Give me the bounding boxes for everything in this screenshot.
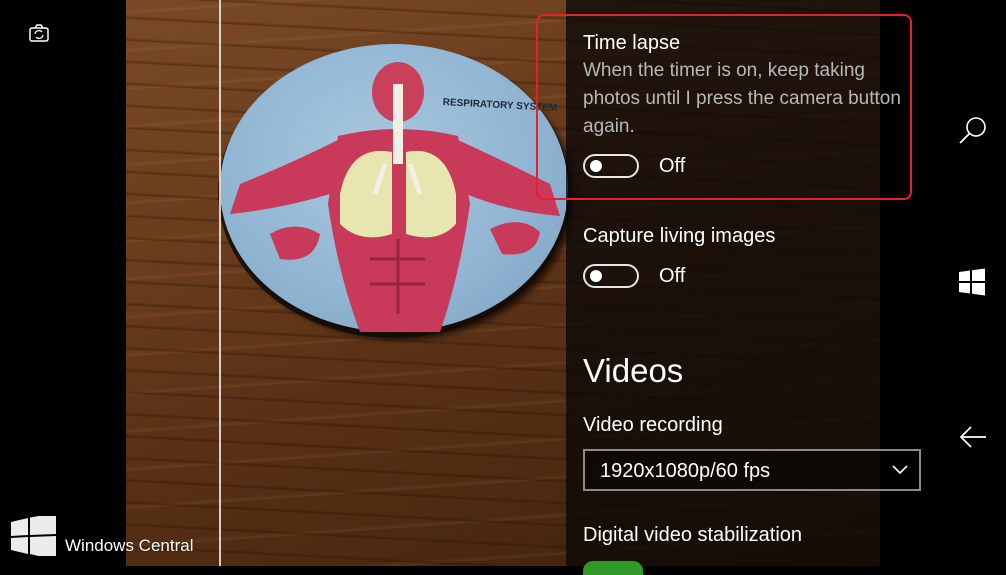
chevron-down-icon [891, 463, 909, 481]
video-recording-dropdown[interactable]: 1920x1080p/60 fps [583, 449, 921, 491]
coaster-image [220, 44, 568, 332]
time-lapse-toggle[interactable] [583, 154, 639, 178]
time-lapse-toggle-label: Off [659, 155, 686, 177]
toggle-knob [590, 270, 602, 282]
left-bar [0, 0, 126, 566]
time-lapse-description: When the timer is on, keep taking photos… [583, 60, 901, 137]
search-icon[interactable] [957, 114, 989, 151]
living-images-toggle[interactable] [583, 264, 639, 288]
living-images-toggle-label: Off [659, 265, 686, 287]
toggle-knob [590, 160, 602, 172]
video-recording-title: Video recording [583, 414, 723, 436]
frame-guide-line [219, 0, 221, 566]
video-recording-value: 1920x1080p/60 fps [600, 460, 771, 482]
stabilization-title: Digital video stabilization [583, 524, 803, 546]
stabilization-toggle[interactable] [583, 561, 643, 575]
time-lapse-title: Time lapse [583, 32, 681, 54]
windows-logo-icon[interactable] [958, 268, 986, 301]
videos-section-heading: Videos [583, 352, 684, 389]
camera-switch-icon[interactable] [28, 22, 50, 49]
poster-figure [230, 62, 560, 332]
living-images-title: Capture living images [583, 225, 776, 247]
watermark-text: Windows Central [65, 536, 194, 555]
back-arrow-icon[interactable] [958, 424, 988, 455]
windows-central-logo [10, 513, 58, 561]
